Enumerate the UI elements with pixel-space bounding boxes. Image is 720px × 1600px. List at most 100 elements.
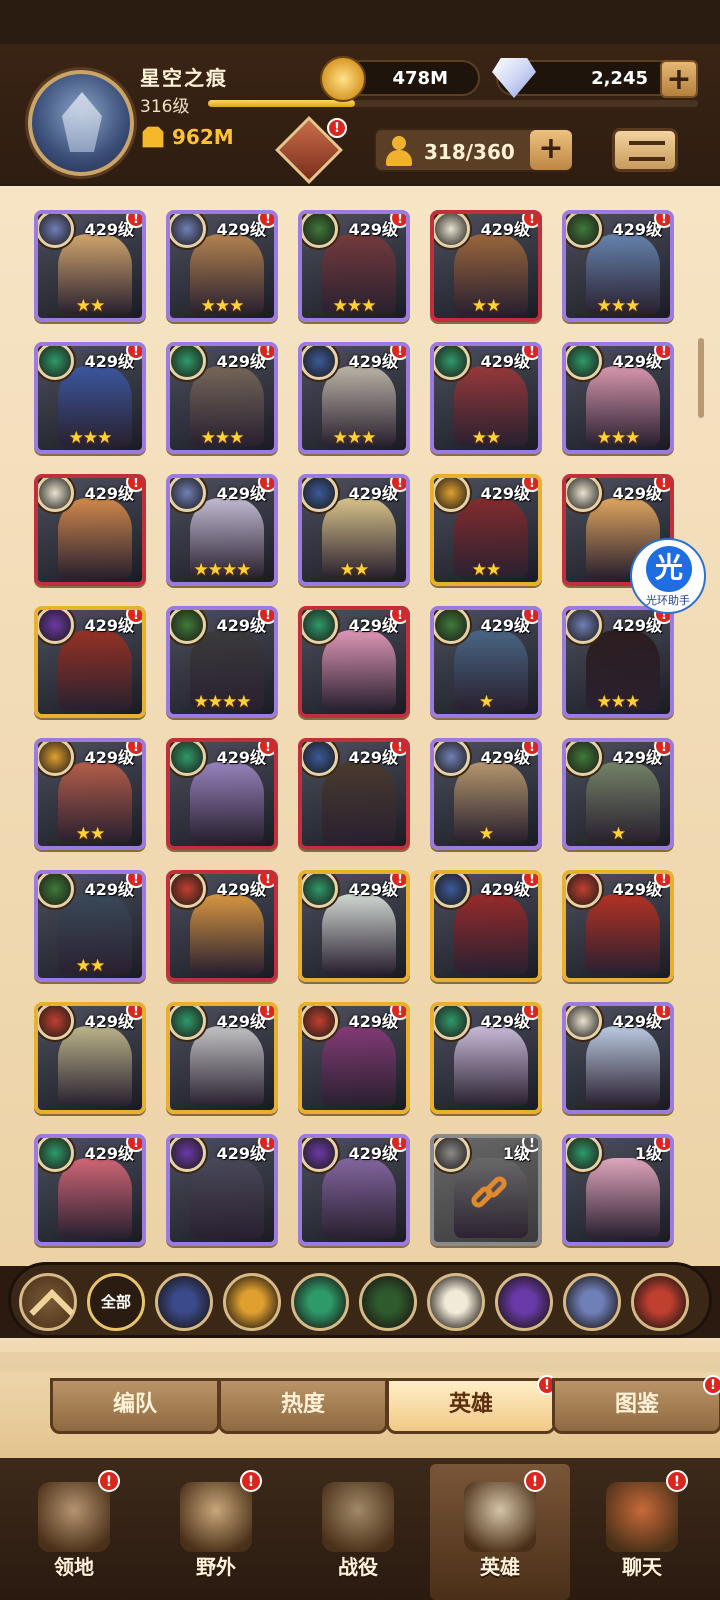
hero-card[interactable]: 429级! [34, 606, 146, 718]
hero-stars: ★★★ [200, 296, 245, 316]
faction-icon [170, 874, 206, 908]
guild-emblem-button[interactable]: ! [275, 116, 347, 184]
hero-card[interactable]: 429级! [166, 1134, 278, 1246]
hero-card[interactable]: 429级! [430, 1002, 542, 1114]
hero-stars: ★★ [75, 296, 105, 316]
hero-card[interactable]: 429级! [298, 1134, 410, 1246]
hero-card[interactable]: 429级! [34, 474, 146, 586]
hero-stars: ★★ [75, 824, 105, 844]
faction-filter-graveborn-icon[interactable] [359, 1273, 417, 1331]
nav-label: 领地 [54, 1555, 94, 1579]
hero-card[interactable]: 429级 ★★! [430, 474, 542, 586]
faction-filter-wilder-icon[interactable] [291, 1273, 349, 1331]
expand-roster-button[interactable]: + [530, 130, 572, 170]
hero-card[interactable]: 429级! [562, 870, 674, 982]
hero-card[interactable]: 429级 ★★★! [562, 342, 674, 454]
hero-card[interactable]: 429级! [562, 1002, 674, 1114]
helmet-icon [464, 1482, 536, 1552]
fist-icon [142, 126, 164, 148]
hero-card[interactable]: 429级 ★★★! [298, 210, 410, 322]
hero-card[interactable]: 429级 ★★! [34, 210, 146, 322]
gold-currency[interactable]: 478M [320, 56, 480, 102]
subtab-label: 热度 [280, 1392, 325, 1417]
hero-card[interactable]: 429级 ★★★! [166, 342, 278, 454]
notification-badge: ! [390, 1006, 406, 1020]
hero-card[interactable]: 429级! [166, 1002, 278, 1114]
player-avatar[interactable] [28, 70, 134, 176]
subtab-label: 英雄 [448, 1392, 493, 1417]
hero-card[interactable]: 429级 ★★★! [562, 210, 674, 322]
faction-icon [170, 610, 206, 644]
sort-button[interactable] [612, 128, 678, 172]
xp-bar [208, 100, 698, 107]
hero-card[interactable]: 429级! [166, 870, 278, 982]
faction-icon [302, 610, 338, 644]
hero-card[interactable]: 429级 ★★★★! [166, 474, 278, 586]
hero-card[interactable]: 429级 ★★★! [166, 210, 278, 322]
hero-card[interactable]: 429级 ★! [430, 606, 542, 718]
faction-icon [170, 1138, 206, 1172]
faction-filter-flame-icon[interactable] [631, 1273, 689, 1331]
notification-badge: ! [126, 1138, 142, 1152]
nav-item-3[interactable]: 英雄! [430, 1464, 570, 1600]
subtab-3[interactable]: 图鉴! [552, 1375, 720, 1434]
notification-badge: ! [654, 1138, 670, 1152]
helper-floating-button[interactable]: 光 光环助手 [630, 538, 706, 614]
filter-all-button[interactable]: 全部 [87, 1273, 145, 1331]
hero-card[interactable]: 429级 ★★★★! [166, 606, 278, 718]
hero-card[interactable]: 429级! [298, 1002, 410, 1114]
hero-stars: ★★★★ [193, 560, 252, 580]
castle-icon [38, 1482, 110, 1552]
nav-item-1[interactable]: 野外! [146, 1464, 286, 1600]
faction-icon [566, 610, 602, 644]
faction-filter-hypogean-icon[interactable] [495, 1273, 553, 1331]
hero-card[interactable]: 429级 ★! [562, 738, 674, 850]
hero-card[interactable]: 429级! [34, 1002, 146, 1114]
hero-card[interactable]: 429级! [298, 606, 410, 718]
subtab-1[interactable]: 热度 [218, 1378, 388, 1434]
hero-card[interactable]: 1级! [562, 1134, 674, 1246]
hero-card[interactable]: 429级! [34, 1134, 146, 1246]
notification-badge: ! [666, 1470, 688, 1492]
hero-card[interactable]: 1级! [430, 1134, 542, 1246]
notification-badge: ! [98, 1470, 120, 1492]
hero-card[interactable]: 429级 ★★★! [562, 606, 674, 718]
scrollbar[interactable] [698, 338, 704, 418]
hero-card[interactable]: 429级 ★! [430, 738, 542, 850]
hero-card[interactable]: 429级 ★★! [430, 210, 542, 322]
subtab-2[interactable]: 英雄! [386, 1375, 557, 1434]
hero-card[interactable]: 429级! [298, 738, 410, 850]
faction-filter-celestial-icon[interactable] [427, 1273, 485, 1331]
hero-card[interactable]: 429级! [298, 870, 410, 982]
nav-item-0[interactable]: 领地! [4, 1464, 144, 1600]
status-strip [0, 0, 720, 44]
hero-portrait [322, 894, 396, 974]
faction-icon [434, 346, 470, 380]
notification-badge: ! [390, 1138, 406, 1152]
hero-card[interactable]: 429级! [430, 870, 542, 982]
hero-card[interactable]: 429级 ★★! [430, 342, 542, 454]
notification-badge: ! [126, 1006, 142, 1020]
faction-icon [434, 874, 470, 908]
hero-stars: ★★★ [68, 428, 113, 448]
hero-card[interactable]: 429级 ★★! [34, 738, 146, 850]
nav-item-4[interactable]: 聊天! [572, 1464, 712, 1600]
hero-card[interactable]: 429级 ★★! [298, 474, 410, 586]
collapse-up-icon[interactable] [19, 1273, 77, 1331]
helper-icon: 光 [646, 546, 692, 592]
hero-card[interactable]: 429级 ★★! [34, 870, 146, 982]
hero-portrait [190, 762, 264, 842]
faction-filter-mauler-icon[interactable] [223, 1273, 281, 1331]
faction-filter-lightbearer-icon[interactable] [155, 1273, 213, 1331]
hero-card[interactable]: 429级 ★★★! [34, 342, 146, 454]
hero-stars: ★★ [471, 560, 501, 580]
hero-card[interactable]: 429级! [166, 738, 278, 850]
subtab-0[interactable]: 编队 [50, 1378, 220, 1434]
notification-badge: ! [522, 346, 538, 360]
add-gems-button[interactable]: + [660, 60, 698, 98]
notification-badge: ! [654, 1006, 670, 1020]
nav-item-2[interactable]: 战役 [288, 1464, 428, 1600]
hero-card[interactable]: 429级 ★★★! [298, 342, 410, 454]
faction-filter-dimensional-icon[interactable] [563, 1273, 621, 1331]
gem-currency[interactable]: 2,245 + [492, 58, 698, 98]
